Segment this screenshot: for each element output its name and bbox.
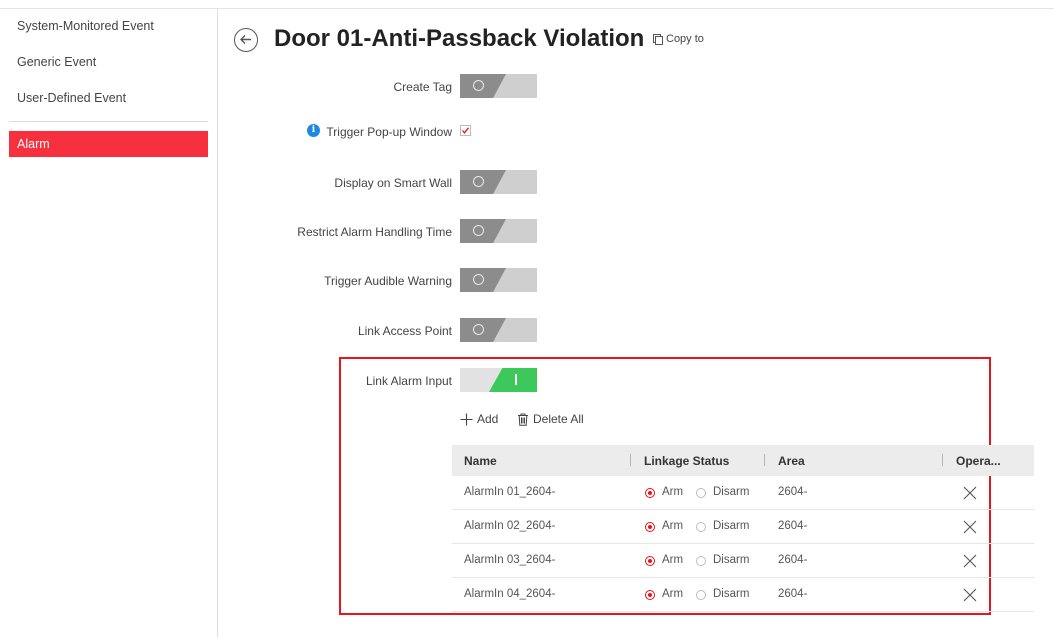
sidebar-item-alarm[interactable]: Alarm [9, 131, 208, 157]
sidebar: System-Monitored Event Generic Event Use… [0, 9, 218, 638]
copy-icon [653, 33, 663, 45]
table-row: AlarmIn 02_2604- Arm Disarm 2604- [452, 510, 1034, 544]
close-icon[interactable] [962, 553, 978, 569]
area-value: 2604- [778, 588, 808, 600]
table-row: AlarmIn 04_2604- Arm Disarm 2604- [452, 578, 1034, 612]
sidebar-divider [9, 121, 208, 122]
sidebar-item-system-monitored-event[interactable]: System-Monitored Event [9, 13, 208, 39]
smart-wall-label: Display on Smart Wall [334, 176, 452, 190]
column-divider [764, 454, 765, 466]
add-button[interactable]: Add [460, 412, 498, 426]
column-divider [630, 454, 631, 466]
copy-to-button[interactable]: Copy to [653, 33, 704, 45]
arm-radio[interactable] [645, 556, 655, 566]
restrict-time-toggle[interactable] [460, 219, 537, 243]
column-divider [942, 454, 943, 466]
disarm-label: Disarm [713, 554, 750, 566]
create-tag-label: Create Tag [393, 80, 452, 94]
table-header: Name Linkage Status Area Opera... [452, 445, 1034, 476]
arm-radio[interactable] [645, 590, 655, 600]
alarm-input-name: AlarmIn 04_2604- [464, 588, 556, 600]
create-tag-toggle[interactable] [460, 74, 537, 98]
arm-radio[interactable] [645, 488, 655, 498]
link-alarm-input-toggle[interactable] [460, 368, 537, 392]
info-icon: i [307, 124, 320, 137]
arm-label: Arm [662, 486, 684, 498]
trigger-popup-label: Trigger Pop-up Window [326, 125, 452, 139]
delete-all-label: Delete All [533, 412, 584, 426]
disarm-label: Disarm [713, 486, 750, 498]
disarm-radio[interactable] [696, 590, 706, 600]
close-icon[interactable] [962, 519, 978, 535]
area-value: 2604- [778, 520, 808, 532]
restrict-time-label: Restrict Alarm Handling Time [297, 225, 452, 239]
check-icon [462, 127, 470, 134]
arm-label: Arm [662, 588, 684, 600]
close-icon[interactable] [962, 485, 978, 501]
column-area[interactable]: Area [778, 454, 805, 468]
trash-icon [518, 413, 528, 426]
delete-all-button[interactable]: Delete All [517, 412, 584, 426]
column-linkage-status[interactable]: Linkage Status [644, 454, 729, 468]
disarm-label: Disarm [713, 588, 750, 600]
link-access-point-label: Link Access Point [357, 324, 452, 338]
close-icon[interactable] [962, 587, 978, 603]
link-access-point-toggle[interactable] [460, 318, 537, 342]
table-row: AlarmIn 03_2604- Arm Disarm 2604- [452, 544, 1034, 578]
copy-to-label: Copy to [666, 33, 704, 45]
alarm-input-name: AlarmIn 02_2604- [464, 520, 556, 532]
arrow-left-icon [240, 35, 251, 44]
sidebar-item-generic-event[interactable]: Generic Event [9, 49, 208, 75]
link-alarm-input-label: Link Alarm Input [365, 374, 452, 388]
column-name[interactable]: Name [464, 454, 497, 468]
audible-warning-label: Trigger Audible Warning [324, 274, 452, 288]
disarm-radio[interactable] [696, 556, 706, 566]
arm-radio[interactable] [645, 522, 655, 532]
alarm-input-name: AlarmIn 01_2604- [464, 486, 556, 498]
arm-label: Arm [662, 554, 684, 566]
back-button[interactable] [234, 28, 258, 52]
column-operation[interactable]: Opera... [956, 454, 1001, 468]
smart-wall-toggle[interactable] [460, 170, 537, 194]
area-value: 2604- [778, 486, 808, 498]
top-border [0, 0, 1054, 9]
disarm-label: Disarm [713, 520, 750, 532]
table-row: AlarmIn 01_2604- Arm Disarm 2604- [452, 476, 1034, 510]
area-value: 2604- [778, 554, 808, 566]
alarm-input-name: AlarmIn 03_2604- [464, 554, 556, 566]
page-title: Door 01-Anti-Passback Violation [274, 25, 645, 52]
arm-label: Arm [662, 520, 684, 532]
audible-warning-toggle[interactable] [460, 268, 537, 292]
disarm-radio[interactable] [696, 488, 706, 498]
plus-icon [460, 413, 473, 425]
trigger-popup-checkbox[interactable] [460, 125, 471, 136]
disarm-radio[interactable] [696, 522, 706, 532]
add-label: Add [477, 412, 499, 426]
sidebar-item-user-defined-event[interactable]: User-Defined Event [9, 85, 208, 111]
